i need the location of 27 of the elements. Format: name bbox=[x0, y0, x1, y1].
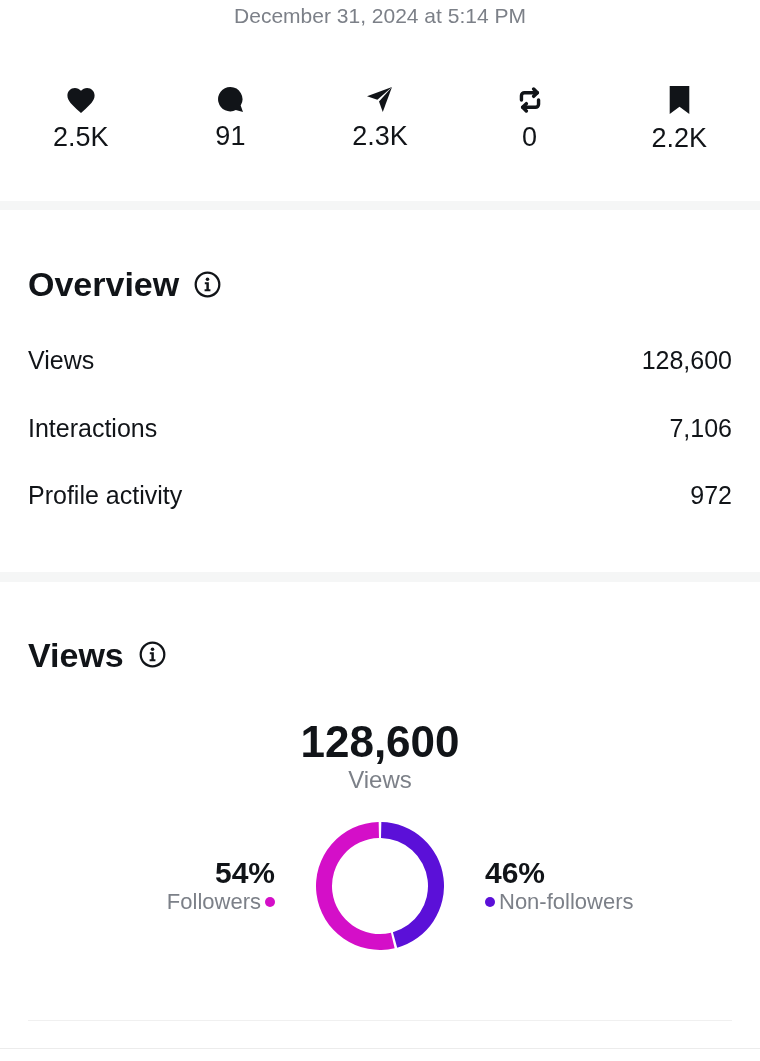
repost-icon bbox=[518, 87, 541, 113]
stat-count: 91 bbox=[215, 121, 246, 151]
bookmark-icon bbox=[667, 86, 691, 114]
post-date: December 31, 2024 at 5:14 PM bbox=[233, 3, 527, 29]
legend-label: Non-followers bbox=[499, 888, 634, 915]
info-icon[interactable] bbox=[138, 641, 166, 668]
stat-count: 2.2K bbox=[651, 123, 707, 153]
views-total: 128,600 bbox=[299, 716, 461, 767]
stat-count: 0 bbox=[522, 122, 538, 152]
info-icon[interactable] bbox=[194, 270, 222, 298]
legend-label: Followers bbox=[166, 888, 261, 915]
stat-count: 2.3K bbox=[352, 121, 408, 151]
metric-label: Views bbox=[28, 346, 95, 376]
speech-bubble-icon bbox=[217, 87, 243, 112]
metric-value: 128,600 bbox=[641, 346, 732, 376]
metric-label: Interactions bbox=[28, 413, 158, 443]
metric-value: 972 bbox=[690, 481, 732, 511]
views-caption: Views bbox=[347, 766, 413, 793]
section-title: Overview bbox=[28, 264, 180, 304]
legend-percent: 54% bbox=[214, 856, 275, 889]
metric-value: 7,106 bbox=[669, 413, 732, 443]
section-title: Views bbox=[28, 634, 124, 675]
heart-icon bbox=[66, 88, 95, 113]
metric-label: Profile activity bbox=[28, 481, 183, 511]
stat-count: 2.5K bbox=[53, 122, 109, 152]
paper-plane-icon bbox=[367, 87, 393, 112]
legend-percent: 46% bbox=[485, 856, 546, 889]
